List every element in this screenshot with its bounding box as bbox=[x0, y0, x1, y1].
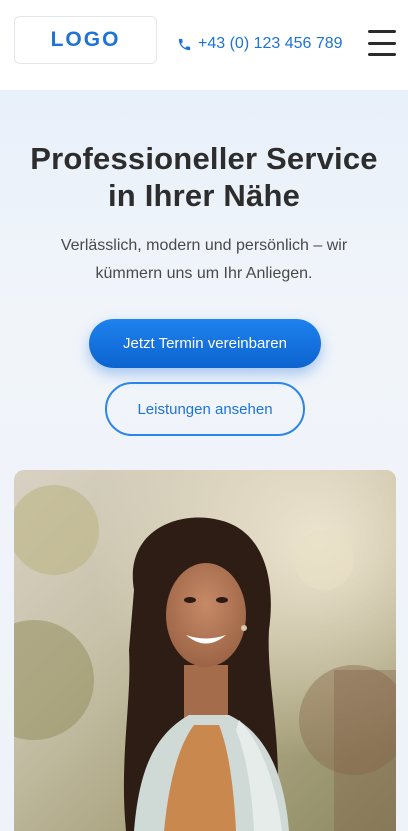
logo[interactable]: LOGO bbox=[14, 16, 157, 64]
book-appointment-button[interactable]: Jetzt Termin vereinbaren bbox=[89, 319, 321, 368]
phone-icon bbox=[177, 37, 192, 52]
hero-title: Professioneller Service in Ihrer Nähe bbox=[0, 140, 408, 214]
hero-subtitle-line-1: Verlässlich, modern und persönlich – wir bbox=[60, 237, 348, 254]
site-header: LOGO +43 (0) 123 456 789 bbox=[0, 0, 408, 90]
hero-image bbox=[14, 470, 396, 831]
phone-number: +43 (0) 123 456 789 bbox=[198, 35, 343, 52]
phone-link[interactable]: +43 (0) 123 456 789 bbox=[177, 33, 343, 55]
view-services-button[interactable]: Leistungen ansehen bbox=[105, 382, 305, 436]
hero-title-line-1: Professioneller Service bbox=[30, 141, 378, 176]
hero-subtitle-line-2: kümmern uns um Ihr Anliegen. bbox=[95, 265, 313, 282]
hero-title-line-2: in Ihrer Nähe bbox=[107, 178, 301, 213]
hamburger-menu-icon[interactable] bbox=[368, 30, 396, 56]
hero-section: Professioneller Service in Ihrer Nähe Ve… bbox=[0, 90, 408, 831]
hero-subtitle: Verlässlich, modern und persönlich – wir… bbox=[30, 232, 378, 288]
